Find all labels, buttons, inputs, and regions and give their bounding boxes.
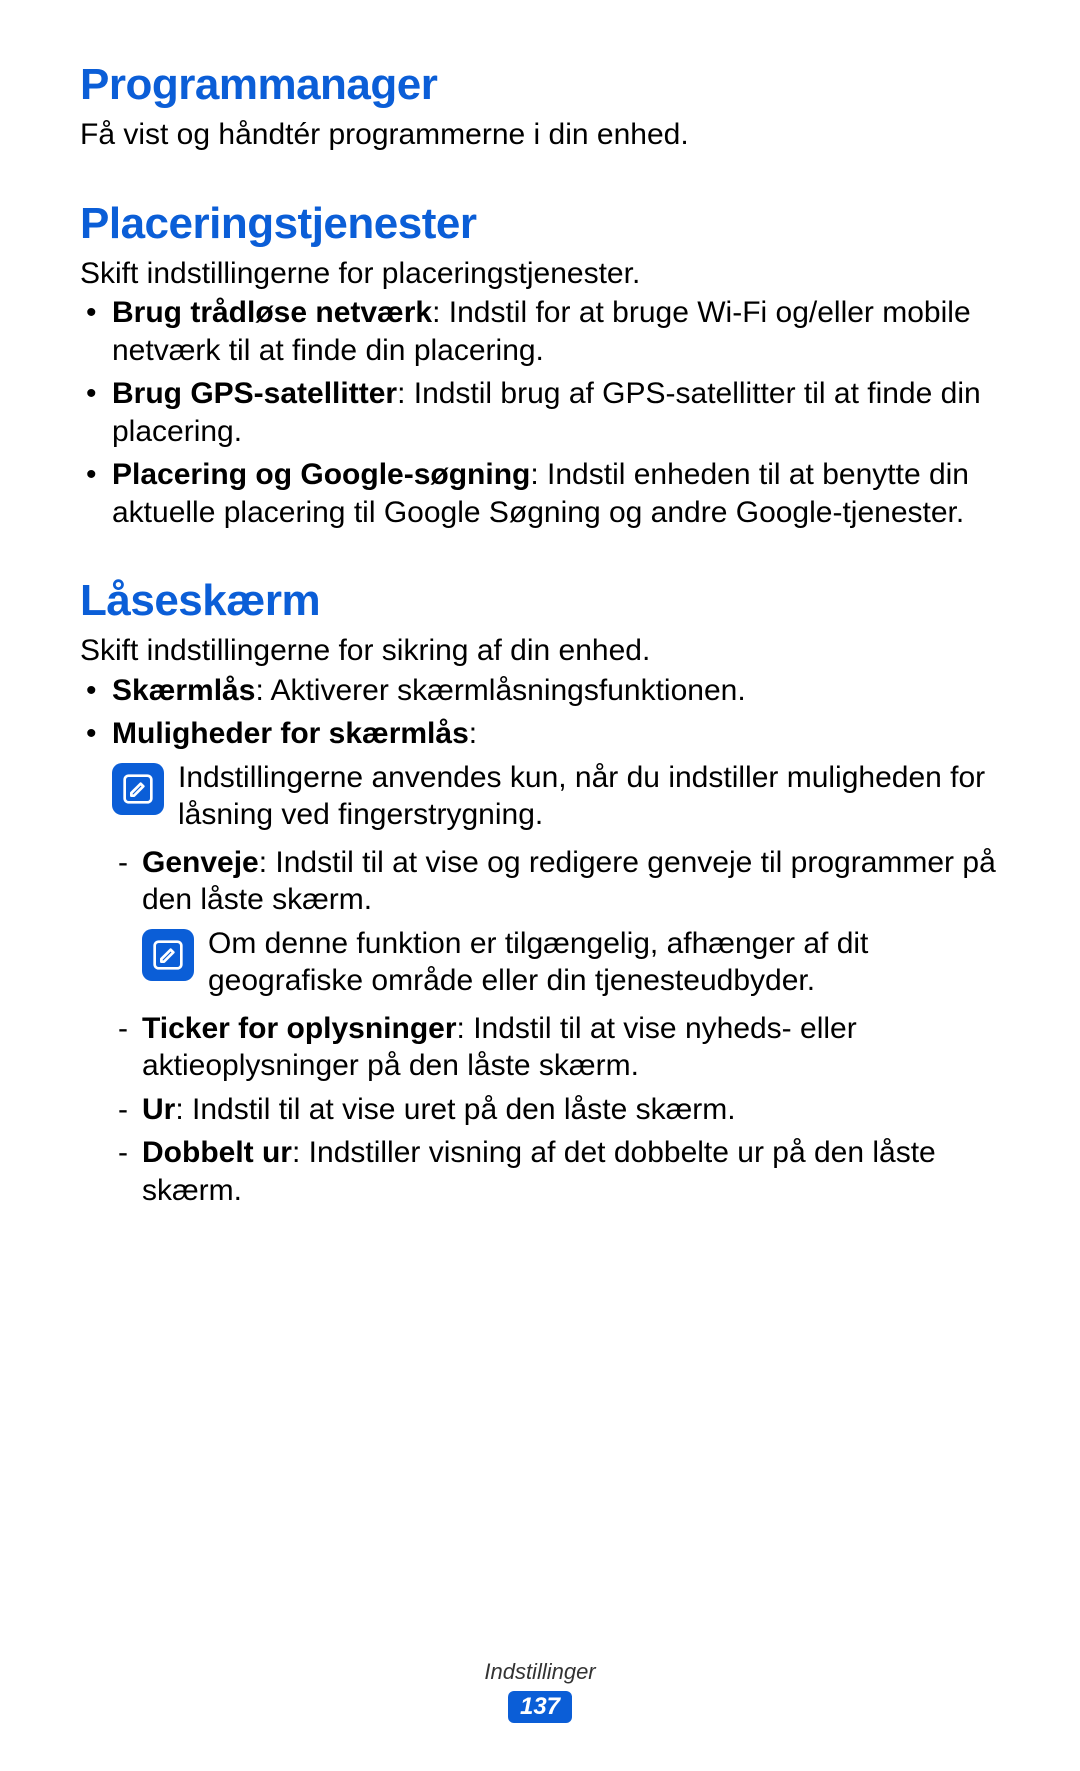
list-item: Genveje: Indstil til at vise og redigere… — [112, 844, 1000, 919]
section-laaseskaerm: Låseskærm Skift indstillingerne for sikr… — [80, 576, 1000, 1209]
heading-programmanager: Programmanager — [80, 60, 1000, 110]
footer-section-label: Indstillinger — [0, 1659, 1080, 1685]
section-programmanager: Programmanager Få vist og håndtér progra… — [80, 60, 1000, 154]
bullet-list-laaseskaerm: Skærmlås: Aktiverer skærmlåsningsfunktio… — [80, 672, 1000, 753]
intro-placeringstjenester: Skift indstillingerne for placeringstjen… — [80, 255, 1000, 293]
list-item: Brug GPS-satellitter: Indstil brug af GP… — [80, 375, 1000, 450]
page-number-badge: 137 — [508, 1691, 572, 1723]
list-item: Skærmlås: Aktiverer skærmlåsningsfunktio… — [80, 672, 1000, 710]
bullet-label: Brug trådløse netværk — [112, 296, 432, 329]
note-text: Om denne funktion er tilgængelig, afhæng… — [208, 925, 1000, 1000]
pencil-note-icon — [152, 939, 184, 971]
heading-laaseskaerm: Låseskærm — [80, 576, 1000, 626]
list-item: Dobbelt ur: Indstiller visning af det do… — [112, 1134, 1000, 1209]
note-icon — [142, 929, 194, 981]
bullet-list-placeringstjenester: Brug trådløse netværk: Indstil for at br… — [80, 294, 1000, 531]
bullet-label: Muligheder for skærmlås — [112, 717, 469, 750]
dash-text: : Indstil til at vise og redigere genvej… — [142, 846, 996, 917]
page-container: Programmanager Få vist og håndtér progra… — [0, 0, 1080, 1771]
note-row: Indstillingerne anvendes kun, når du ind… — [112, 759, 1000, 834]
intro-programmanager: Få vist og håndtér programmerne i din en… — [80, 116, 1000, 154]
list-item: Ticker for oplysninger: Indstil til at v… — [112, 1010, 1000, 1085]
bullet-label: Placering og Google-søgning — [112, 458, 530, 491]
dash-list: Genveje: Indstil til at vise og redigere… — [112, 844, 1000, 919]
dash-list: Ticker for oplysninger : Indstil til at v… — [112, 1010, 1000, 1210]
section-placeringstjenester: Placeringstjenester Skift indstillingern… — [80, 199, 1000, 532]
note-icon — [112, 763, 164, 815]
intro-laaseskaerm: Skift indstillingerne for sikring af din… — [80, 632, 1000, 670]
page-footer: Indstillinger 137 — [0, 1659, 1080, 1723]
list-item: Muligheder for skærmlås: — [80, 715, 1000, 753]
bullet-text: : — [469, 717, 477, 750]
dash-text: : Indstil til at vise uret på den låste … — [175, 1093, 735, 1126]
list-item: Brug trådløse netværk: Indstil for at br… — [80, 294, 1000, 369]
dash-label: Ticker for oplysninger — [142, 1012, 457, 1045]
note-row: Om denne funktion er tilgængelig, afhæng… — [142, 925, 1000, 1000]
list-item: Placering og Google-søgning: Indstil enh… — [80, 456, 1000, 531]
pencil-note-icon — [122, 773, 154, 805]
dash-label: Dobbelt ur — [142, 1136, 292, 1169]
list-item: Ur: Indstil til at vise uret på den låst… — [112, 1091, 1000, 1129]
bullet-text: : Aktiverer skærmlåsningsfunktionen. — [255, 674, 745, 707]
dash-label: Ur — [142, 1093, 175, 1126]
bullet-label: Skærmlås — [112, 674, 255, 707]
bullet-label: Brug GPS-satellitter — [112, 377, 397, 410]
heading-placeringstjenester: Placeringstjenester — [80, 199, 1000, 249]
dash-label: Genveje — [142, 846, 259, 879]
note-text: Indstillingerne anvendes kun, når du ind… — [178, 759, 1000, 834]
